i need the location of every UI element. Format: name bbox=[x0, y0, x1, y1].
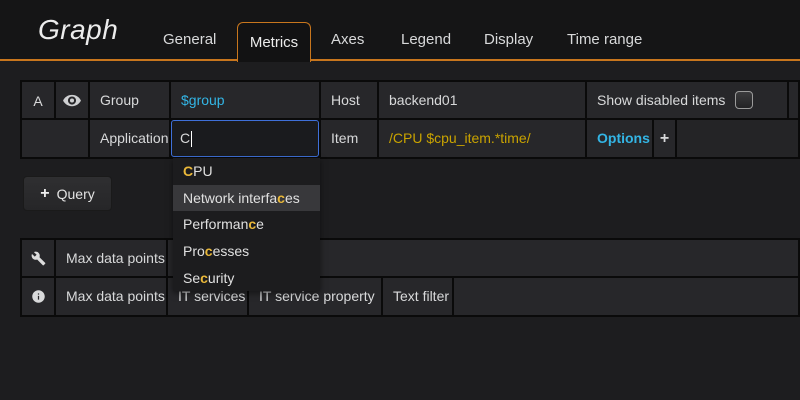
show-disabled-items-group: Show disabled items bbox=[587, 82, 787, 119]
empty-cell bbox=[22, 120, 88, 157]
max-data-points-label-2: Max data points bbox=[56, 278, 166, 315]
application-input[interactable]: C bbox=[171, 120, 319, 157]
application-label: Application bbox=[90, 120, 169, 157]
add-query-label: Query bbox=[57, 186, 95, 202]
wrench-icon bbox=[31, 251, 46, 266]
application-input-value: C bbox=[180, 120, 190, 157]
item-text: es bbox=[285, 190, 300, 206]
options-row-1: Max data points bbox=[20, 238, 800, 279]
item-text: Se bbox=[183, 270, 200, 286]
info-icon bbox=[31, 289, 46, 304]
item-match-text: c bbox=[205, 243, 213, 259]
panel-header: Graph General Metrics Axes Legend Displa… bbox=[0, 0, 800, 61]
group-value-field[interactable]: $group bbox=[171, 82, 319, 119]
item-text: urity bbox=[208, 270, 234, 286]
dropdown-item-processes[interactable]: Processes bbox=[173, 238, 320, 265]
item-match-text: C bbox=[183, 163, 193, 179]
query-row-2: Application C Item /CPU $cpu_item.*time/… bbox=[20, 118, 800, 159]
tab-time-range[interactable]: Time range bbox=[567, 31, 642, 48]
item-value-field[interactable]: /CPU $cpu_item.*time/ bbox=[379, 120, 585, 157]
dropdown-item-performance[interactable]: Performance bbox=[173, 211, 320, 238]
eye-icon bbox=[62, 94, 82, 107]
empty-cell bbox=[454, 278, 798, 315]
settings-cell bbox=[22, 240, 54, 277]
tab-display[interactable]: Display bbox=[484, 31, 533, 48]
toggle-visibility-button[interactable] bbox=[56, 82, 88, 119]
query-ref-letter: A bbox=[22, 82, 54, 119]
options-button[interactable]: Options bbox=[587, 120, 652, 157]
host-label: Host bbox=[321, 82, 377, 119]
item-text: e bbox=[256, 216, 264, 232]
dropdown-item-security[interactable]: Security bbox=[173, 264, 320, 291]
show-disabled-items-label: Show disabled items bbox=[597, 92, 725, 108]
tab-legend[interactable]: Legend bbox=[401, 31, 451, 48]
add-query-button[interactable]: + Query bbox=[23, 176, 112, 211]
dropdown-item-cpu[interactable]: CPU bbox=[173, 158, 320, 185]
group-label: Group bbox=[90, 82, 169, 119]
tab-axes[interactable]: Axes bbox=[331, 31, 364, 48]
application-typeahead-dropdown: CPU Network interfaces Performance Proce… bbox=[173, 158, 320, 291]
show-disabled-items-checkbox[interactable] bbox=[735, 91, 753, 109]
host-value-field[interactable]: backend01 bbox=[379, 82, 585, 119]
item-text: Network interfa bbox=[183, 190, 277, 206]
item-text: Pro bbox=[183, 243, 205, 259]
item-match-text: c bbox=[248, 216, 256, 232]
tab-metrics-label: Metrics bbox=[250, 34, 298, 51]
item-text: Performan bbox=[183, 216, 248, 232]
info-cell bbox=[22, 278, 54, 315]
max-data-points-label: Max data points bbox=[56, 240, 166, 277]
query-row-1: A Group $group Host backend01 Show disab… bbox=[20, 80, 800, 121]
text-caret bbox=[191, 131, 192, 147]
dropdown-item-network-interfaces[interactable]: Network interfaces bbox=[173, 185, 320, 212]
item-text: PU bbox=[193, 163, 212, 179]
add-metric-button[interactable]: + bbox=[654, 120, 675, 157]
plus-icon: + bbox=[40, 185, 49, 203]
item-text: esses bbox=[213, 243, 250, 259]
item-match-text: c bbox=[277, 190, 285, 206]
page-title: Graph bbox=[38, 14, 118, 46]
options-row-2: Max data points IT services IT service p… bbox=[20, 276, 800, 317]
item-label: Item bbox=[321, 120, 377, 157]
text-filter-button[interactable]: Text filter bbox=[383, 278, 452, 315]
empty-cell bbox=[677, 120, 798, 157]
item-match-text: c bbox=[200, 270, 208, 286]
tab-metrics[interactable]: Metrics bbox=[237, 22, 311, 62]
row-stub-cell bbox=[789, 82, 798, 119]
tab-general[interactable]: General bbox=[163, 31, 216, 48]
